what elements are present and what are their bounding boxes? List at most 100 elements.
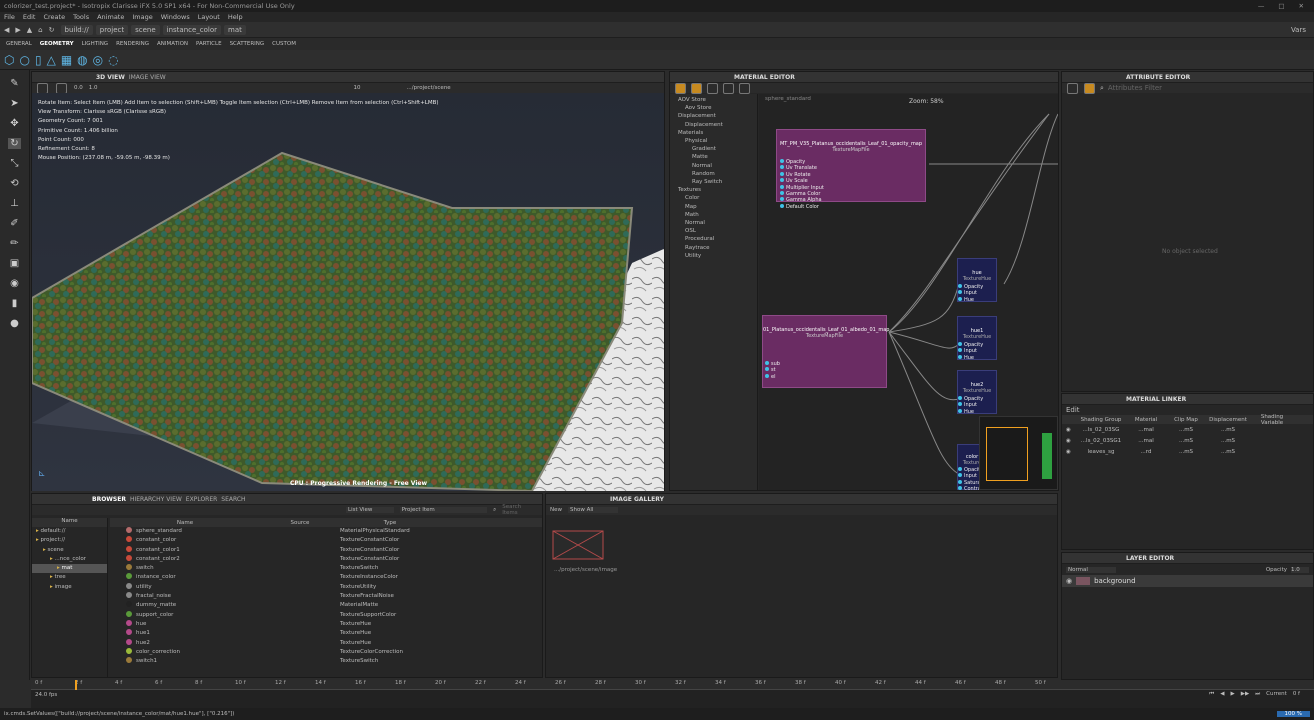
geosphere-icon[interactable]: ◍ <box>77 53 87 67</box>
browser-item[interactable]: constant_color1 TextureConstantColor <box>110 545 542 555</box>
library-item[interactable]: Textures <box>674 186 753 194</box>
browser-item[interactable]: constant_color2 TextureConstantColor <box>110 554 542 564</box>
maximize-button[interactable]: □ <box>1278 2 1284 10</box>
play-icon[interactable]: ▶ <box>1230 691 1234 698</box>
port-dot-icon[interactable] <box>765 367 769 372</box>
port-dot-icon[interactable] <box>958 473 962 478</box>
shelf-tab[interactable]: SCATTERING <box>230 41 265 47</box>
port-dot-icon[interactable] <box>958 354 962 359</box>
library-item[interactable]: Utility <box>674 252 753 260</box>
rotate-tool-icon[interactable]: ↻ <box>8 138 21 149</box>
menu-item[interactable]: Create <box>43 13 65 21</box>
library-item[interactable]: Materials <box>674 129 753 137</box>
library-item[interactable]: Map <box>674 203 753 211</box>
tree-item[interactable]: ▸ mat <box>32 564 107 574</box>
search-icon[interactable]: ⌕ <box>1100 84 1104 93</box>
browser-item[interactable]: hue1 TextureHue <box>110 629 542 638</box>
library-item[interactable]: Normal <box>674 162 753 170</box>
orbit-tool-icon[interactable]: ⟲ <box>10 178 18 189</box>
image-thumbnail[interactable] <box>552 530 604 560</box>
value-field-3[interactable]: 10 <box>354 85 361 91</box>
up-icon[interactable]: ▲ <box>27 26 32 34</box>
opacity-field[interactable]: 1.0 <box>1291 566 1309 573</box>
library-item[interactable]: Ray Switch <box>674 178 753 186</box>
linker-column-header[interactable]: Shading Group <box>1076 417 1126 423</box>
port-dot-icon[interactable] <box>765 361 769 365</box>
browser-item[interactable]: switch1 TextureSwitch <box>110 657 542 666</box>
linker-cell[interactable]: ...mS <box>1166 449 1206 455</box>
menu-item[interactable]: Help <box>228 13 243 21</box>
paint-tool-icon[interactable]: ✏ <box>10 238 18 249</box>
scale-tool-icon[interactable]: ⤡ <box>11 158 19 169</box>
browser-item[interactable]: switch TextureSwitch <box>110 564 542 573</box>
search-icon[interactable]: ⌕ <box>493 507 496 514</box>
linker-cell[interactable]: ...rd <box>1126 449 1166 455</box>
linker-row[interactable]: ◉ ...ls_02_03SG1 ...mal ...mS ...mS <box>1062 435 1313 446</box>
node-tool-icon[interactable] <box>691 82 702 94</box>
linker-column-header[interactable]: Shading Variable <box>1250 414 1294 426</box>
tree-item[interactable]: ▸ ...nce_color <box>32 555 107 564</box>
port-dot-icon[interactable] <box>958 396 962 400</box>
linker-cell[interactable]: ...mal <box>1126 438 1166 444</box>
visibility-icon[interactable]: ◉ <box>1066 449 1076 455</box>
menu-item[interactable]: Windows <box>161 13 190 21</box>
filter-icon[interactable] <box>1084 82 1095 94</box>
node-tool-icon[interactable] <box>739 82 750 94</box>
menu-item[interactable]: Animate <box>97 13 124 21</box>
node-tool-icon[interactable] <box>723 82 734 94</box>
node-tool-icon[interactable] <box>675 82 686 94</box>
browser-item[interactable]: hue TextureHue <box>110 619 542 629</box>
cube-icon[interactable]: ⬡ <box>4 53 14 67</box>
node-port[interactable]: Hue <box>958 408 996 415</box>
value-field-1[interactable]: 0.0 <box>74 85 83 91</box>
first-frame-icon[interactable]: ⏮ <box>1209 691 1214 698</box>
port-dot-icon[interactable] <box>958 348 962 353</box>
library-item[interactable]: Procedural <box>674 235 753 243</box>
shelf-tab[interactable]: GENERAL <box>6 41 32 47</box>
new-button[interactable]: New <box>550 507 562 513</box>
forward-icon[interactable]: ▶ <box>15 26 20 34</box>
last-frame-icon[interactable]: ⏭ <box>1255 691 1260 698</box>
visibility-icon[interactable]: ◉ <box>1066 427 1076 433</box>
menu-item[interactable]: Tools <box>73 13 89 21</box>
port-dot-icon[interactable] <box>958 296 962 301</box>
port-dot-icon[interactable] <box>780 178 784 183</box>
layout-selector[interactable]: Vars <box>1291 26 1314 34</box>
browser-tab[interactable]: EXPLORER <box>186 496 218 503</box>
search-items-input[interactable]: Search Items <box>502 504 538 516</box>
linker-row[interactable]: ◉ ...ls_02_03SG ...mal ...mS ...mS <box>1062 424 1313 435</box>
port-dot-icon[interactable] <box>780 191 784 196</box>
visibility-icon[interactable]: ◉ <box>1066 438 1076 444</box>
cylinder-icon[interactable]: ▯ <box>35 53 42 67</box>
library-item[interactable]: Raytrace <box>674 244 753 252</box>
linker-column-header[interactable]: Material <box>1126 417 1166 423</box>
sphere-icon[interactable]: ○ <box>19 53 29 67</box>
node-graph[interactable]: sphere_standard Zoom: 58% MT_PM_V35_Plat… <box>759 94 1058 490</box>
camera-tool-icon[interactable]: ◉ <box>10 278 19 289</box>
port-dot-icon[interactable] <box>765 373 769 378</box>
display-icon[interactable] <box>56 82 67 94</box>
browser-item[interactable]: fractal_noise TextureFractalNoise <box>110 592 542 601</box>
playhead[interactable] <box>75 680 77 690</box>
browser-column-header[interactable]: Name <box>110 520 260 526</box>
shelf-tab[interactable]: RENDERING <box>116 41 149 47</box>
menu-item[interactable]: Image <box>132 13 152 21</box>
visibility-icon[interactable]: ◉ <box>1066 577 1072 585</box>
menu-item[interactable]: File <box>4 13 15 21</box>
node-port[interactable]: Default Color <box>780 203 925 210</box>
shelf-tab[interactable]: LIGHTING <box>82 41 108 47</box>
shelf-tab[interactable]: ANIMATION <box>157 41 188 47</box>
viewport-path[interactable]: .../project/scene <box>407 85 451 91</box>
browser-column-header[interactable]: Type <box>340 520 440 526</box>
view-mode-select[interactable]: List View <box>346 507 394 513</box>
shelf-tab[interactable]: PARTICLE <box>196 41 222 47</box>
port-dot-icon[interactable] <box>958 342 962 346</box>
library-item[interactable]: Normal <box>674 219 753 227</box>
linker-cell[interactable]: ...mal <box>1126 427 1166 433</box>
timeline-ruler[interactable]: 0 f2 f4 f6 f8 f 10 f 12 f 14 f 16 f 18 f 20 f2… <box>31 680 1314 690</box>
tree-item[interactable]: ▸ image <box>32 583 107 592</box>
menu-item[interactable]: Edit <box>23 13 36 21</box>
library-item[interactable]: Gradient <box>674 145 753 153</box>
browser-item[interactable]: constant_color TextureConstantColor <box>110 536 542 545</box>
edit-menu[interactable]: Edit <box>1066 406 1080 414</box>
